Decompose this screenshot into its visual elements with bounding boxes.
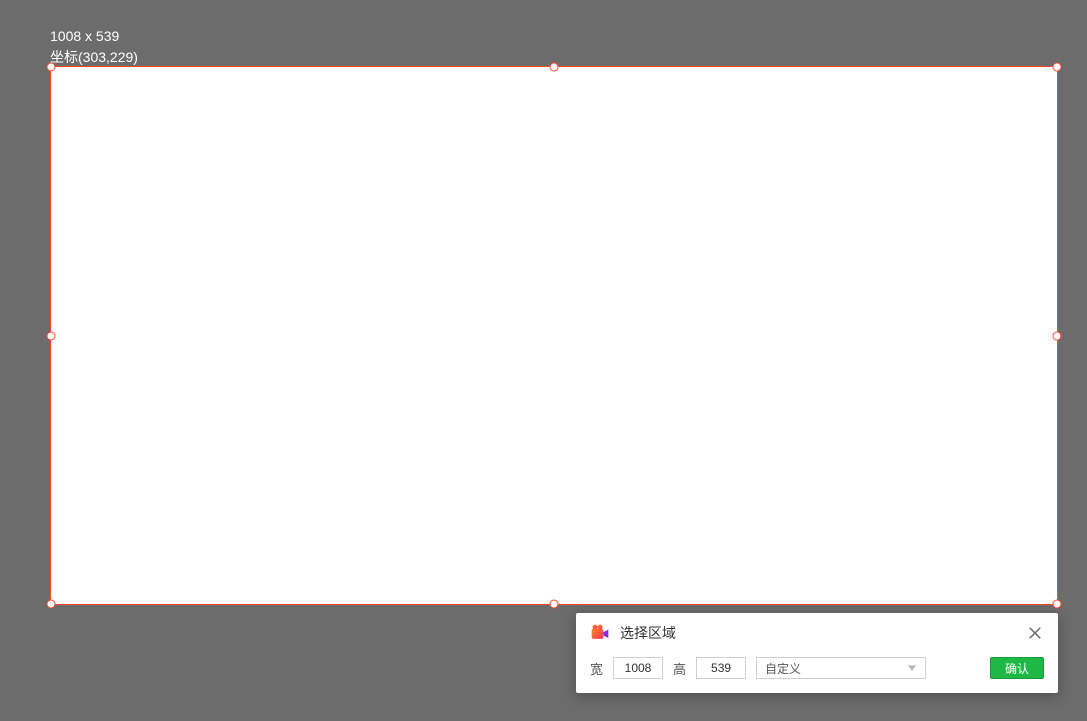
close-button[interactable] — [1026, 624, 1044, 642]
panel-body: 宽 高 自定义 确认 — [576, 651, 1058, 693]
resize-handle-bottom-right[interactable] — [1053, 600, 1062, 609]
chevron-down-icon — [905, 661, 919, 675]
height-label: 高 — [673, 659, 686, 678]
width-input[interactable] — [613, 657, 663, 679]
panel-header: 选择区域 — [576, 613, 1058, 651]
selection-area[interactable] — [50, 66, 1058, 605]
confirm-label: 确认 — [1005, 660, 1029, 677]
resize-handle-top-left[interactable] — [47, 63, 56, 72]
selection-dimensions: 1008 x 539 — [50, 27, 119, 47]
resize-handle-top-middle[interactable] — [550, 63, 559, 72]
width-label: 宽 — [590, 659, 603, 678]
selection-coordinates: 坐标(303,229) — [50, 48, 138, 68]
panel-title: 选择区域 — [620, 623, 1026, 643]
recorder-icon — [590, 623, 610, 643]
height-input[interactable] — [696, 657, 746, 679]
preset-select[interactable]: 自定义 — [756, 657, 926, 679]
preset-selected-value: 自定义 — [765, 660, 801, 677]
close-icon — [1028, 626, 1042, 640]
confirm-button[interactable]: 确认 — [990, 657, 1044, 679]
resize-handle-bottom-middle[interactable] — [550, 600, 559, 609]
resize-handle-middle-left[interactable] — [47, 331, 56, 340]
resize-handle-bottom-left[interactable] — [47, 600, 56, 609]
resize-handle-top-right[interactable] — [1053, 63, 1062, 72]
region-panel: 选择区域 宽 高 自定义 确认 — [576, 613, 1058, 693]
resize-handle-middle-right[interactable] — [1053, 331, 1062, 340]
